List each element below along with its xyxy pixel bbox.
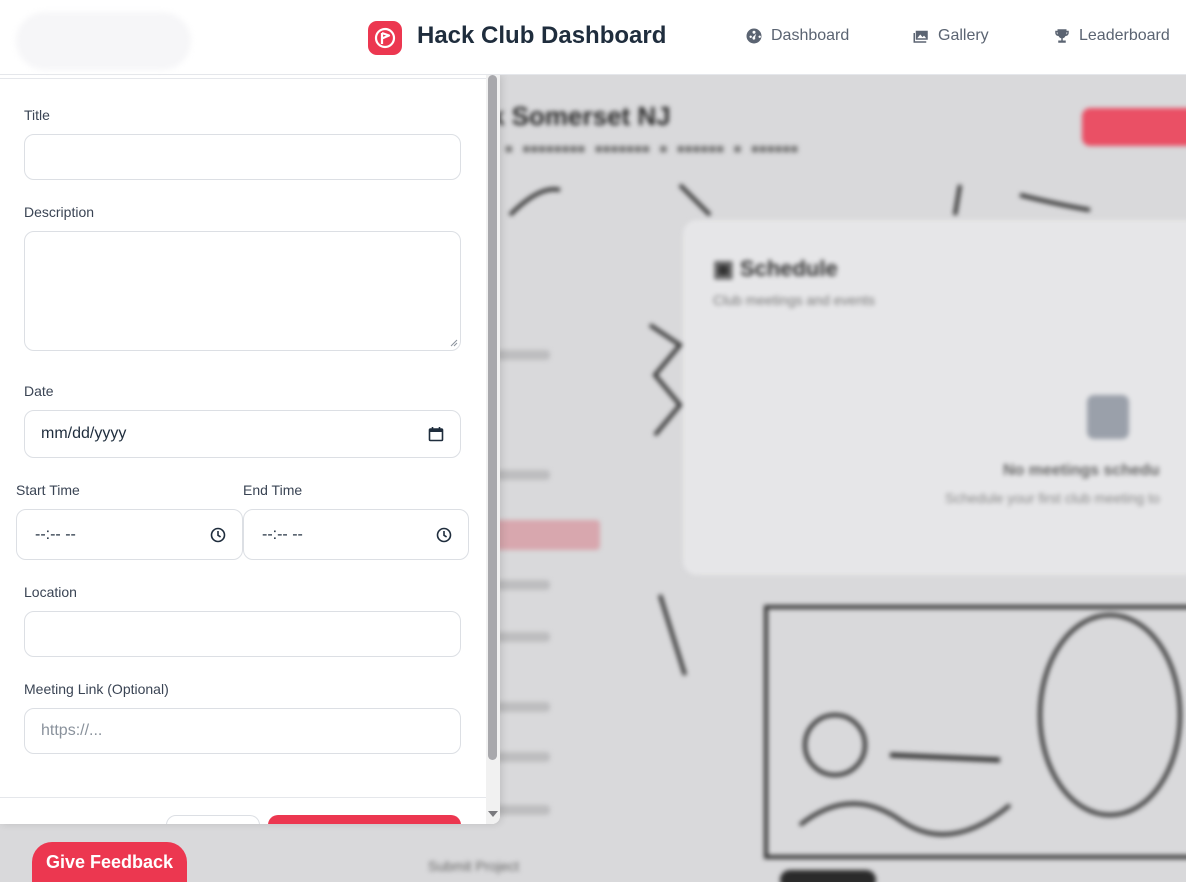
nav-gallery[interactable]: Gallery	[912, 27, 989, 45]
date-value: mm/dd/yyyy	[41, 425, 127, 442]
cancel-button[interactable]	[166, 815, 260, 824]
club-meta: ■ ■■■■■■■■ ■■■■■■■ ■ ■■■■■■ ■ ■■■■■■	[505, 141, 799, 156]
end-time-value: --:-- --	[262, 525, 303, 543]
top-header: Hack Club Dashboard Dashboard Gallery Le…	[0, 0, 1186, 75]
hack-club-logo-icon[interactable]	[368, 21, 402, 55]
schedule-title: ▣ Schedule	[713, 256, 838, 281]
club-title: k Somerset NJ	[490, 101, 671, 131]
submit-button[interactable]	[268, 815, 461, 824]
nav-gallery-label: Gallery	[938, 27, 989, 44]
empty-subtitle: Schedule your first club meeting to	[945, 490, 1160, 506]
location-input[interactable]	[24, 611, 461, 657]
calendar-icon[interactable]	[428, 426, 444, 442]
date-input[interactable]: mm/dd/yyyy	[24, 410, 461, 458]
sketch-drawing	[764, 605, 1186, 859]
empty-title: No meetings schedu	[1003, 462, 1160, 479]
title-input[interactable]	[24, 134, 461, 180]
drawer-divider	[0, 78, 486, 79]
nav-leaderboard[interactable]: Leaderboard	[1053, 27, 1170, 45]
footer-divider	[0, 797, 486, 798]
nav-dashboard[interactable]: Dashboard	[745, 27, 849, 45]
app-title[interactable]: Hack Club Dashboard	[417, 22, 666, 50]
give-feedback-button[interactable]: Give Feedback	[32, 842, 188, 882]
meeting-link-input[interactable]	[24, 708, 461, 754]
schedule-meeting-drawer: Title Description Date mm/dd/yyyy Start …	[0, 75, 500, 824]
end-time-label: End Time	[243, 482, 303, 498]
gallery-icon	[913, 30, 928, 43]
title-label: Title	[24, 107, 50, 123]
gauge-icon	[746, 28, 762, 44]
submit-project-link: Submit Project	[428, 858, 520, 874]
clock-icon[interactable]	[210, 527, 226, 543]
start-time-label: Start Time	[16, 482, 80, 498]
dark-pill	[780, 870, 876, 882]
start-time-value: --:-- --	[35, 525, 76, 543]
end-time-input[interactable]: --:-- --	[243, 509, 469, 560]
start-time-input[interactable]: --:-- --	[16, 509, 243, 560]
trophy-icon	[1055, 29, 1069, 43]
meeting-link-label: Meeting Link (Optional)	[24, 681, 169, 697]
calendar-icon	[1087, 395, 1129, 439]
scroll-down-arrow-icon[interactable]	[488, 811, 498, 817]
description-textarea[interactable]	[24, 231, 461, 351]
clock-icon[interactable]	[436, 527, 452, 543]
header-blur-placeholder	[16, 12, 191, 70]
date-label: Date	[24, 383, 54, 399]
schedule-card: ▣ Schedule Club meetings and events No m…	[683, 220, 1186, 575]
club-action-button	[1082, 108, 1186, 146]
scrollbar-thumb[interactable]	[488, 75, 497, 760]
location-label: Location	[24, 584, 77, 600]
schedule-subtitle: Club meetings and events	[713, 292, 875, 308]
nav-dashboard-label: Dashboard	[771, 27, 850, 44]
resize-grip-icon[interactable]	[450, 339, 458, 347]
description-label: Description	[24, 204, 95, 220]
nav-leaderboard-label: Leaderboard	[1079, 27, 1170, 44]
